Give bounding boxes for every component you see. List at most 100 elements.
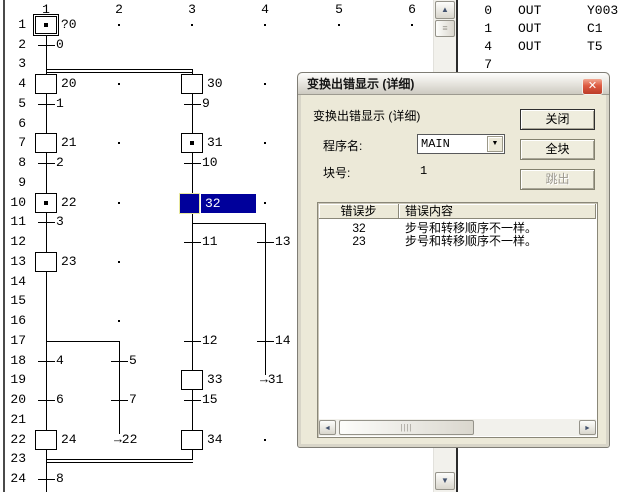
jump-button: 跳出 [520,169,595,190]
sfc-jump-label[interactable]: →22 [114,432,137,448]
error-row[interactable]: 23 步号和转移顺序不一样。 [319,235,596,248]
sfc-step-label: 31 [207,135,223,151]
close-dialog-button[interactable]: 关闭 [520,109,595,130]
sfc-jump-label[interactable]: →31 [260,372,283,388]
row-header: 21 [4,412,26,427]
sfc-link-line [192,223,266,224]
dialog-title-bar[interactable]: 变换出错显示 (详细) [298,73,609,95]
sfc-step[interactable] [181,74,203,94]
dialog-title: 变换出错显示 (详细) [307,77,414,91]
sfc-step[interactable] [35,133,57,153]
conversion-error-dialog: 变换出错显示 (详细) ✕ 变换出错显示 (详细) 程序名: MAIN ▼ 块号… [298,73,609,447]
sfc-step-label: 20 [61,76,77,92]
scroll-right-button[interactable]: ► [579,420,596,435]
sfc-step[interactable] [35,193,57,213]
sfc-transition-label: 12 [202,333,218,349]
error-content-column-header[interactable]: 错误内容 [399,204,596,219]
sfc-step-action-dot [190,141,194,145]
instruction-row[interactable]: 4 OUT T5 [458,39,619,55]
sfc-transition[interactable] [184,104,201,105]
close-button[interactable]: ✕ [582,78,603,95]
instruction-row[interactable]: 7 [458,57,619,73]
sfc-link-line [265,223,266,375]
sfc-transition[interactable] [111,400,128,401]
grid-dot [338,24,340,26]
grid-dot [118,24,120,26]
grid-dot [191,24,193,26]
sfc-transition[interactable] [184,341,201,342]
sfc-transition[interactable] [184,242,201,243]
scroll-down-button[interactable]: ▼ [435,472,455,490]
error-step-column-header[interactable]: 错误步 [319,204,399,219]
close-icon: ✕ [588,80,597,92]
chevron-down-icon[interactable]: ▼ [487,136,503,152]
sfc-transition[interactable] [38,45,55,46]
sfc-transition-label: 6 [56,392,64,408]
sfc-step[interactable] [181,133,203,153]
row-header: 18 [4,353,26,368]
sfc-link-line [46,69,193,70]
sfc-transition-label: 0 [56,37,64,53]
row-header: 22 [4,432,26,447]
sfc-step[interactable] [181,430,203,450]
sfc-transition-label: 9 [202,96,210,112]
sfc-link-line [192,70,193,460]
row-header: 19 [4,372,26,387]
row-header: 14 [4,274,26,289]
sfc-step[interactable] [181,370,203,390]
row-header: 23 [4,451,26,466]
column-header: 2 [109,2,129,17]
sfc-transition[interactable] [38,479,55,480]
sfc-transition-label: 7 [129,392,137,408]
instruction-opcode: OUT [518,3,541,19]
sfc-step[interactable] [35,74,57,94]
instruction-step: 1 [460,21,492,37]
sfc-transition[interactable] [111,361,128,362]
sfc-transition[interactable] [184,163,201,164]
instruction-opcode: OUT [518,39,541,55]
sfc-link-line [46,341,120,342]
vertical-scroll-thumb[interactable]: ≡ [435,20,455,37]
scroll-left-button[interactable]: ◄ [319,420,336,435]
sfc-transition[interactable] [257,341,274,342]
sfc-transition-label: 2 [56,155,64,171]
sfc-step-selected-label[interactable]: 32 [200,193,257,214]
sfc-transition-label: 13 [275,234,291,250]
all-blocks-button[interactable]: 全块 [520,139,595,160]
horizontal-scroll-thumb[interactable]: |||| [339,420,474,435]
sfc-transition[interactable] [257,242,274,243]
error-list-header: 错误步 错误内容 [319,204,596,219]
grid-dot [264,83,266,85]
instruction-row[interactable]: 0 OUT Y003 [458,3,619,19]
grid-dot [118,261,120,263]
sfc-step-selected[interactable] [179,193,200,214]
sfc-initial-step[interactable] [33,14,59,36]
sfc-step-action-dot [44,23,48,27]
thumb-grip-icon: |||| [400,423,412,432]
sfc-transition[interactable] [38,163,55,164]
grid-dot [118,83,120,85]
program-name-combobox[interactable]: MAIN ▼ [417,134,505,154]
column-header: 6 [402,2,422,17]
grid-dot [264,439,266,441]
sfc-step-label: 21 [61,135,77,151]
sfc-step[interactable] [35,252,57,272]
row-header: 20 [4,392,26,407]
grid-dot [264,24,266,26]
scroll-up-button[interactable]: ▲ [435,1,455,19]
sfc-transition[interactable] [184,400,201,401]
instruction-operand: T5 [587,39,603,55]
sfc-transition-label: 10 [202,155,218,171]
sfc-transition[interactable] [38,222,55,223]
sfc-step[interactable] [35,430,57,450]
instruction-step: 0 [460,3,492,19]
row-header: 10 [4,195,26,210]
error-list[interactable]: 错误步 错误内容 32 步号和转移顺序不一样。 23 步号和转移顺序不一样。 ◄… [317,202,598,438]
sfc-transition[interactable] [38,361,55,362]
sfc-transition[interactable] [38,400,55,401]
instruction-row[interactable]: 1 OUT C1 [458,21,619,37]
grid-dot [264,202,266,204]
error-list-horizontal-scrollbar[interactable]: ◄ |||| ► [319,419,596,436]
sfc-step-label: 22 [61,195,77,211]
sfc-transition[interactable] [38,104,55,105]
